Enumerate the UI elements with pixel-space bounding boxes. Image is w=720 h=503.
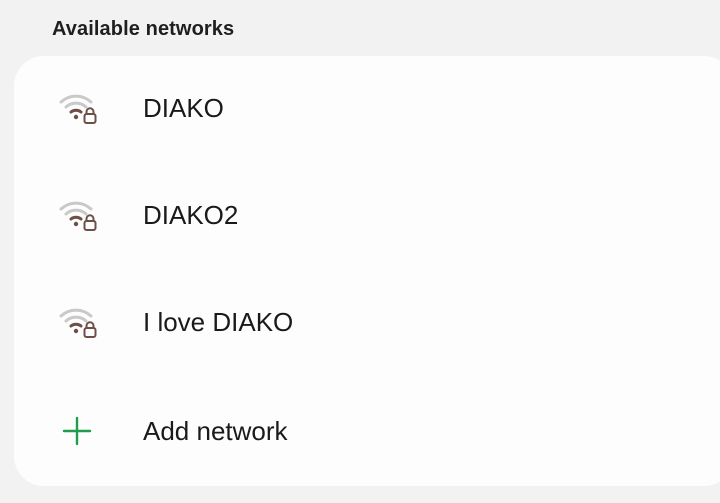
available-networks-header: Available networks [52,18,235,40]
network-name: I love DIAKO [143,307,294,337]
network-item-diako[interactable]: DIAKO [14,60,720,156]
wifi-lock-icon [58,304,98,340]
add-network-button[interactable]: Add network [14,383,720,479]
network-item-diako2[interactable]: DIAKO2 [14,167,720,263]
wifi-lock-icon [58,197,98,233]
plus-icon [62,416,92,446]
network-name: DIAKO2 [143,200,239,230]
add-network-label: Add network [143,416,288,446]
network-item-i-love-diako[interactable]: I love DIAKO [14,274,720,370]
wifi-lock-icon [58,90,98,126]
networks-card: DIAKO DIAKO2 I love DIAKO Add network [14,56,720,486]
network-name: DIAKO [143,93,224,123]
